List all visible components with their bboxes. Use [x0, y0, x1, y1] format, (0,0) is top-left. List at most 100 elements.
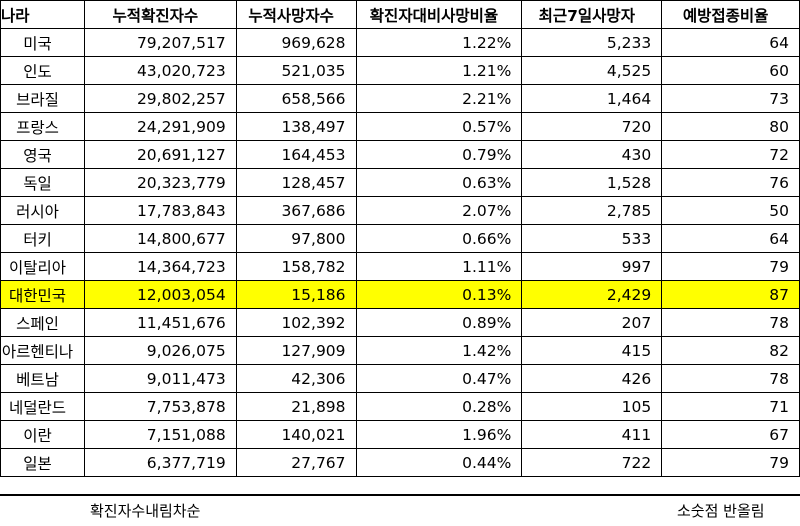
cell-vaccination-rate[interactable]: 78: [661, 364, 800, 393]
cell-cumulative-deaths[interactable]: 969,628: [235, 28, 357, 57]
cell-recent-7day-deaths[interactable]: 2,785: [521, 196, 663, 225]
cell-vaccination-rate[interactable]: 78: [661, 308, 800, 337]
cell-death-rate[interactable]: 1.11%: [355, 252, 523, 281]
cell-country[interactable]: 러시아: [0, 196, 85, 225]
cell-cumulative-deaths[interactable]: 164,453: [235, 140, 357, 169]
cell-cumulative-cases[interactable]: 29,802,257: [83, 84, 237, 113]
cell-recent-7day-deaths[interactable]: 207: [521, 308, 663, 337]
cell-cumulative-deaths[interactable]: 127,909: [235, 336, 357, 365]
cell-cumulative-deaths[interactable]: 128,457: [235, 168, 357, 197]
cell-cumulative-cases[interactable]: 9,011,473: [83, 364, 237, 393]
cell-country[interactable]: 베트남: [0, 364, 85, 393]
cell-death-rate[interactable]: 0.63%: [355, 168, 523, 197]
cell-recent-7day-deaths[interactable]: 411: [521, 420, 663, 449]
cell-recent-7day-deaths[interactable]: 997: [521, 252, 663, 281]
cell-death-rate[interactable]: 0.28%: [355, 392, 523, 421]
cell-recent-7day-deaths[interactable]: 430: [521, 140, 663, 169]
cell-cumulative-deaths[interactable]: 21,898: [235, 392, 357, 421]
cell-recent-7day-deaths[interactable]: 5,233: [521, 28, 663, 57]
cell-cumulative-cases[interactable]: 6,377,719: [83, 448, 237, 477]
header-vaccination-rate[interactable]: 예방접종비율: [661, 0, 800, 29]
cell-death-rate[interactable]: 0.66%: [355, 224, 523, 253]
cell-cumulative-cases[interactable]: 7,753,878: [83, 392, 237, 421]
cell-vaccination-rate[interactable]: 82: [661, 336, 800, 365]
cell-vaccination-rate[interactable]: 76: [661, 168, 800, 197]
cell-death-rate[interactable]: 0.13%: [355, 280, 523, 309]
cell-country[interactable]: 프랑스: [0, 112, 85, 141]
cell-death-rate[interactable]: 0.89%: [355, 308, 523, 337]
cell-vaccination-rate[interactable]: 72: [661, 140, 800, 169]
cell-country[interactable]: 대한민국: [0, 280, 85, 309]
cell-recent-7day-deaths[interactable]: 720: [521, 112, 663, 141]
cell-death-rate[interactable]: 1.96%: [355, 420, 523, 449]
cell-recent-7day-deaths[interactable]: 426: [521, 364, 663, 393]
cell-cumulative-cases[interactable]: 24,291,909: [83, 112, 237, 141]
cell-cumulative-cases[interactable]: 12,003,054: [83, 280, 237, 309]
cell-death-rate[interactable]: 1.22%: [355, 28, 523, 57]
cell-cumulative-deaths[interactable]: 367,686: [235, 196, 357, 225]
cell-country[interactable]: 스페인: [0, 308, 85, 337]
cell-vaccination-rate[interactable]: 50: [661, 196, 800, 225]
cell-death-rate[interactable]: 1.21%: [355, 56, 523, 85]
cell-cumulative-cases[interactable]: 43,020,723: [83, 56, 237, 85]
cell-recent-7day-deaths[interactable]: 415: [521, 336, 663, 365]
cell-death-rate[interactable]: 0.44%: [355, 448, 523, 477]
cell-country[interactable]: 독일: [0, 168, 85, 197]
cell-cumulative-deaths[interactable]: 140,021: [235, 420, 357, 449]
cell-country[interactable]: 터키: [0, 224, 85, 253]
cell-cumulative-deaths[interactable]: 102,392: [235, 308, 357, 337]
cell-cumulative-deaths[interactable]: 97,800: [235, 224, 357, 253]
cell-recent-7day-deaths[interactable]: 4,525: [521, 56, 663, 85]
cell-recent-7day-deaths[interactable]: 722: [521, 448, 663, 477]
cell-country[interactable]: 인도: [0, 56, 85, 85]
cell-cumulative-deaths[interactable]: 658,566: [235, 84, 357, 113]
cell-cumulative-cases[interactable]: 17,783,843: [83, 196, 237, 225]
header-country[interactable]: 나라: [0, 0, 85, 29]
cell-vaccination-rate[interactable]: 67: [661, 420, 800, 449]
cell-cumulative-cases[interactable]: 11,451,676: [83, 308, 237, 337]
cell-death-rate[interactable]: 2.21%: [355, 84, 523, 113]
cell-cumulative-deaths[interactable]: 521,035: [235, 56, 357, 85]
cell-cumulative-cases[interactable]: 9,026,075: [83, 336, 237, 365]
cell-vaccination-rate[interactable]: 73: [661, 84, 800, 113]
cell-vaccination-rate[interactable]: 79: [661, 448, 800, 477]
cell-cumulative-deaths[interactable]: 158,782: [235, 252, 357, 281]
cell-vaccination-rate[interactable]: 64: [661, 224, 800, 253]
cell-recent-7day-deaths[interactable]: 1,528: [521, 168, 663, 197]
cell-vaccination-rate[interactable]: 71: [661, 392, 800, 421]
cell-death-rate[interactable]: 2.07%: [355, 196, 523, 225]
cell-recent-7day-deaths[interactable]: 105: [521, 392, 663, 421]
header-cumulative-cases[interactable]: 누적확진자수: [83, 0, 237, 29]
header-death-rate[interactable]: 확진자대비사망비율: [355, 0, 523, 29]
cell-cumulative-cases[interactable]: 7,151,088: [83, 420, 237, 449]
cell-cumulative-cases[interactable]: 14,364,723: [83, 252, 237, 281]
cell-recent-7day-deaths[interactable]: 2,429: [521, 280, 663, 309]
cell-cumulative-cases[interactable]: 20,323,779: [83, 168, 237, 197]
cell-country[interactable]: 일본: [0, 448, 85, 477]
cell-cumulative-cases[interactable]: 14,800,677: [83, 224, 237, 253]
cell-cumulative-cases[interactable]: 79,207,517: [83, 28, 237, 57]
cell-country[interactable]: 브라질: [0, 84, 85, 113]
cell-vaccination-rate[interactable]: 80: [661, 112, 800, 141]
cell-country[interactable]: 아르헨티나: [0, 336, 85, 365]
cell-cumulative-deaths[interactable]: 15,186: [235, 280, 357, 309]
cell-country[interactable]: 영국: [0, 140, 85, 169]
cell-death-rate[interactable]: 0.57%: [355, 112, 523, 141]
cell-vaccination-rate[interactable]: 79: [661, 252, 800, 281]
cell-vaccination-rate[interactable]: 64: [661, 28, 800, 57]
cell-cumulative-cases[interactable]: 20,691,127: [83, 140, 237, 169]
cell-cumulative-deaths[interactable]: 42,306: [235, 364, 357, 393]
cell-death-rate[interactable]: 0.47%: [355, 364, 523, 393]
cell-recent-7day-deaths[interactable]: 533: [521, 224, 663, 253]
cell-country[interactable]: 이탈리아: [0, 252, 85, 281]
cell-cumulative-deaths[interactable]: 27,767: [235, 448, 357, 477]
cell-cumulative-deaths[interactable]: 138,497: [235, 112, 357, 141]
cell-recent-7day-deaths[interactable]: 1,464: [521, 84, 663, 113]
cell-death-rate[interactable]: 1.42%: [355, 336, 523, 365]
header-cumulative-deaths[interactable]: 누적사망자수: [235, 0, 357, 29]
cell-vaccination-rate[interactable]: 60: [661, 56, 800, 85]
header-recent-7day-deaths[interactable]: 최근7일사망자: [521, 0, 663, 29]
cell-vaccination-rate[interactable]: 87: [661, 280, 800, 309]
cell-country[interactable]: 이란: [0, 420, 85, 449]
cell-country[interactable]: 미국: [0, 28, 85, 57]
